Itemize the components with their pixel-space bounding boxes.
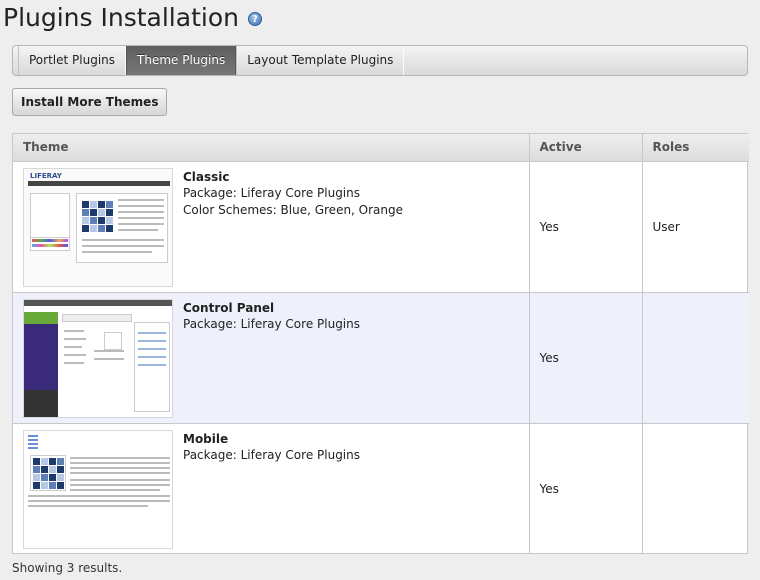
column-header-roles[interactable]: Roles — [642, 134, 749, 162]
theme-roles-value — [642, 423, 749, 554]
theme-roles-value: User — [642, 161, 749, 293]
page-title-bar: Plugins Installation ? — [3, 0, 262, 34]
theme-package: Package: Liferay Core Plugins — [183, 317, 360, 331]
classic-theme-thumbnail[interactable]: LIFERAY — [23, 167, 173, 287]
plugin-tabs: Portlet Plugins Theme Plugins Layout Tem… — [12, 45, 748, 76]
table-row[interactable]: Mobile Package: Liferay Core Plugins Yes — [13, 423, 749, 554]
results-count: Showing 3 results. — [12, 561, 123, 575]
column-header-active[interactable]: Active — [529, 134, 643, 162]
help-icon[interactable]: ? — [247, 12, 262, 26]
theme-package: Package: Liferay Core Plugins — [183, 186, 360, 200]
tab-portlet-plugins[interactable]: Portlet Plugins — [18, 46, 127, 75]
table-row[interactable]: LIFERAY Classic Package: Liferay Core Pl… — [13, 161, 749, 293]
column-header-theme[interactable]: Theme — [13, 134, 530, 162]
install-more-themes-button[interactable]: Install More Themes — [12, 88, 168, 116]
theme-roles-value — [642, 292, 749, 424]
theme-name[interactable]: Classic — [183, 169, 403, 186]
theme-active-value: Yes — [529, 292, 643, 424]
theme-active-value: Yes — [529, 161, 643, 293]
liferay-logo: LIFERAY — [30, 171, 62, 180]
control-panel-theme-thumbnail[interactable] — [23, 298, 173, 418]
page-title: Plugins Installation — [3, 2, 239, 32]
theme-package: Package: Liferay Core Plugins — [183, 448, 360, 462]
theme-active-value: Yes — [529, 423, 643, 554]
themes-table: Theme Active Roles LIFERAY Classic Packa… — [12, 133, 749, 554]
theme-cell: LIFERAY Classic Package: Liferay Core Pl… — [13, 161, 530, 293]
theme-cell: Control Panel Package: Liferay Core Plug… — [13, 292, 530, 424]
theme-cell: Mobile Package: Liferay Core Plugins — [13, 423, 530, 554]
theme-name[interactable]: Control Panel — [183, 300, 360, 317]
tab-theme-plugins[interactable]: Theme Plugins — [126, 46, 237, 75]
mobile-theme-thumbnail[interactable] — [23, 429, 173, 549]
table-row[interactable]: Control Panel Package: Liferay Core Plug… — [13, 292, 749, 424]
tab-layout-template-plugins[interactable]: Layout Template Plugins — [236, 46, 405, 75]
theme-name[interactable]: Mobile — [183, 431, 360, 448]
theme-color-schemes: Color Schemes: Blue, Green, Orange — [183, 202, 404, 217]
